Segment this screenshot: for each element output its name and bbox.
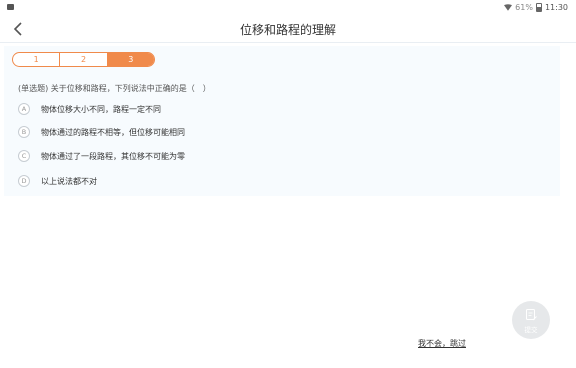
option-a-text: 物体位移大小不同，路程一定不同 [41,104,161,114]
question-text: (单选题) 关于位移和路程，下列说法中正确的是（ ） [18,84,211,93]
title-bar: 位移和路程的理解 [0,16,576,43]
option-b[interactable]: B 物体通过的路程不相等，但位移可能相同 [18,126,185,138]
option-d-text: 以上说法都不对 [41,176,97,186]
option-c-text: 物体通过了一段路程，其位移不可能为零 [41,151,185,161]
tab-1[interactable]: 1 [13,53,61,66]
document-icon [526,309,537,321]
question-tabs: 1 2 3 [12,52,155,67]
option-c[interactable]: C 物体通过了一段路程，其位移不可能为零 [18,150,185,162]
page-title: 位移和路程的理解 [239,23,336,37]
skip-link[interactable]: 我不会，跳过 [418,338,466,349]
option-d-circle: D [18,175,30,187]
tab-2[interactable]: 2 [60,53,108,66]
option-a-circle: A [18,103,30,115]
tab-3[interactable]: 3 [107,53,154,66]
option-d[interactable]: D 以上说法都不对 [18,175,97,187]
option-a[interactable]: A 物体位移大小不同，路程一定不同 [18,103,161,115]
battery-icon [535,3,542,12]
wifi-icon [504,4,513,11]
question-panel: 1 2 3 (单选题) 关于位移和路程，下列说法中正确的是（ ） A 物体位移大… [4,46,560,196]
battery-percent: 61% [515,3,533,12]
option-b-text: 物体通过的路程不相等，但位移可能相同 [41,127,185,137]
status-bar: 61% 11:30 [0,0,576,16]
status-right: 61% 11:30 [504,3,568,12]
submit-label: 提交 [524,326,538,334]
clock: 11:30 [544,3,568,12]
notification-icon [7,4,14,10]
submit-button[interactable]: 提交 [512,301,550,339]
option-c-circle: C [18,150,30,162]
option-b-circle: B [18,126,30,138]
